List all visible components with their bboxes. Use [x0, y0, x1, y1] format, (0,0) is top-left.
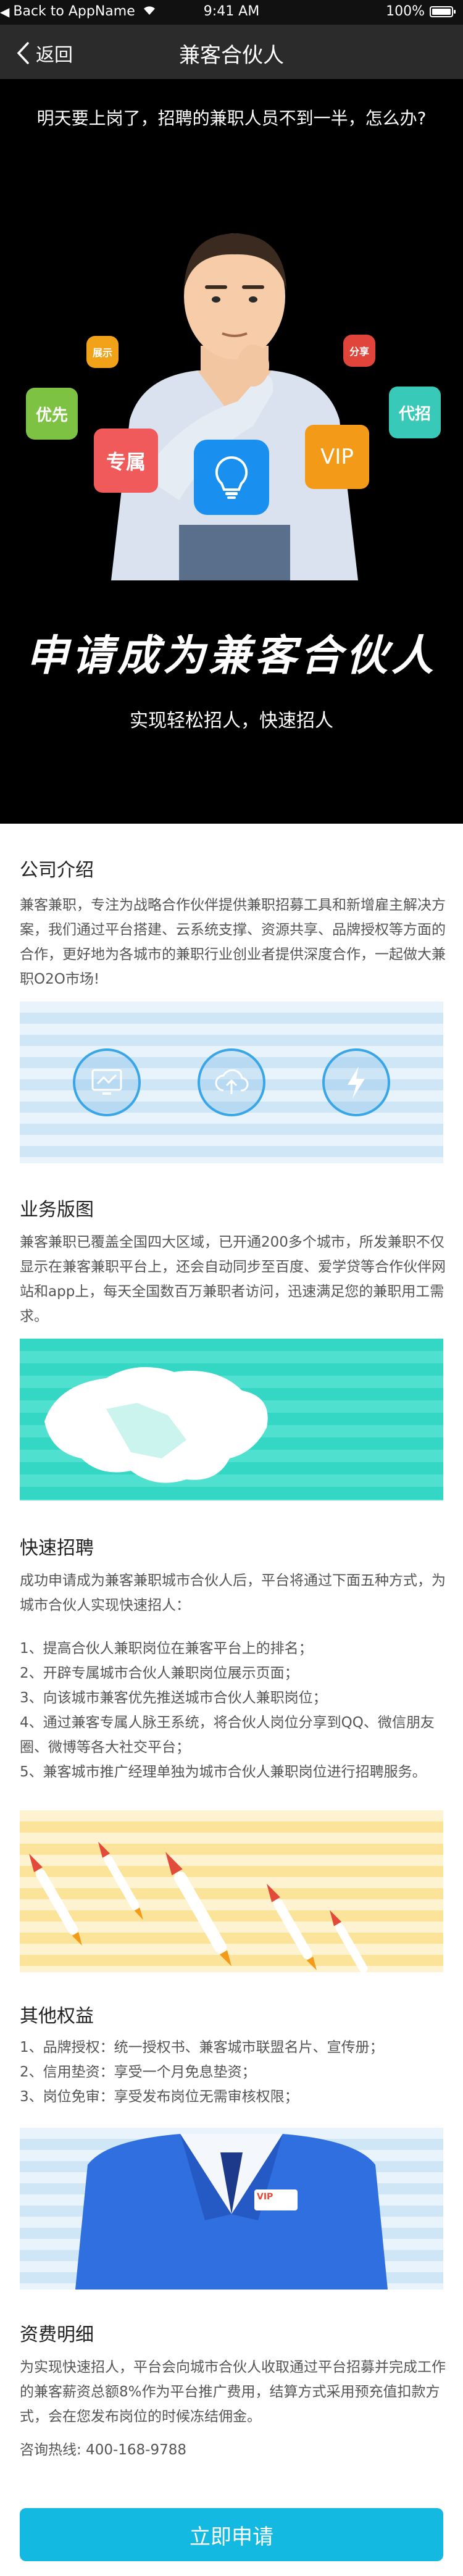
rockets-banner [20, 1810, 443, 1972]
badge-proxy-recruit: 代招 [389, 387, 441, 438]
hero-subtitle: 实现轻松招人，快速招人 [130, 710, 333, 732]
list-item: 2、开辟专属城市合伙人兼职岗位展示页面； [20, 1665, 299, 1681]
hotline-text[interactable]: 咨询热线: 400-168-9788 [20, 2438, 446, 2462]
china-map-banner [20, 1339, 443, 1500]
china-map-illustration [44, 1367, 268, 1483]
monitor-icon [73, 1048, 141, 1116]
rights-list: 1、品牌授权：统一授权书、兼客城市联盟名片、宣传册； 2、信用垫资：享受一个月免… [20, 2035, 446, 2109]
lightbulb-icon [194, 440, 269, 515]
vip-name-tag: VIP [257, 2192, 273, 2202]
list-item: 1、提高合伙人兼职岗位在兼客平台上的排名； [20, 1641, 313, 1657]
section-body-fees: 为实现快速招人，平台会向城市合伙人收取通过平台招募并完成工作的兼客薪资总额8%作… [20, 2359, 446, 2425]
battery-icon [430, 6, 456, 17]
thinking-man-illustration [111, 233, 358, 580]
badge-share: 分享 [343, 335, 375, 367]
hero-banner: 明天要上岗了，招聘的兼职人员不到一半，怎么办? 优先 展示 专属 VIP 分享 … [0, 79, 463, 824]
section-body-intro: 兼客兼职，专注为战略合作伙伴提供兼职招募工具和新增雇主解决方案，我们通过平台搭建… [20, 897, 446, 987]
page-title: 兼客合伙人 [179, 43, 284, 68]
section-title-fast: 快速招聘 [20, 1537, 94, 1559]
hero-question: 明天要上岗了，招聘的兼职人员不到一半，怎么办? [36, 108, 427, 128]
section-body-map: 兼客兼职已覆盖全国四大区域，已开通200多个城市，所发兼职不仅显示在兼客兼职平台… [20, 1234, 446, 1324]
list-item: 5、兼客城市推广经理单独为城市合伙人兼职岗位进行招聘服务。 [20, 1764, 427, 1780]
badge-exclusive: 专属 [94, 429, 158, 493]
badge-display: 展示 [86, 336, 119, 368]
status-bar: ◀ Back to AppName 9:41 AM 100% [0, 0, 463, 25]
list-item: 1、品牌授权：统一授权书、兼客城市联盟名片、宣传册； [20, 2039, 384, 2055]
list-item: 3、岗位免审：享受发布岗位无需审核权限； [20, 2089, 299, 2105]
badge-vip: VIP [305, 425, 369, 489]
hero-headline: 申请成为兼客合伙人 [25, 631, 437, 680]
rockets-illustration [29, 1841, 368, 1972]
section-title-rights: 其他权益 [20, 2005, 94, 2027]
apply-now-button[interactable]: 立即申请 [20, 2508, 443, 2561]
list-item: 4、通过兼客专属人脉王系统，将合伙人岗位分享到QQ、微信朋友圈、微博等各大社交平… [20, 1715, 435, 1755]
section-title-intro: 公司介绍 [20, 859, 94, 881]
features-banner [20, 1002, 443, 1163]
section-title-fees: 资费明细 [20, 2324, 94, 2346]
list-item: 2、信用垫资：享受一个月免息垫资； [20, 2064, 256, 2080]
section-body-fast: 成功申请成为兼客兼职城市合伙人后，平台将通过下面五种方式，为城市合伙人实现快速招… [20, 1573, 446, 1613]
section-title-map: 业务版图 [20, 1199, 94, 1221]
suit-banner: VIP [20, 2128, 443, 2290]
fast-recruit-list: 1、提高合伙人兼职岗位在兼客平台上的排名； 2、开辟专属城市合伙人兼职岗位展示页… [20, 1636, 446, 1784]
list-item: 3、向该城市兼客优先推送城市合伙人兼职岗位； [20, 1690, 327, 1706]
nav-bar: 返回 兼客合伙人 [0, 25, 463, 79]
cloud-upload-icon [198, 1048, 265, 1116]
badge-priority: 优先 [26, 388, 78, 440]
battery-percent: 100% [386, 4, 425, 19]
suit-illustration [75, 2134, 388, 2290]
lightning-icon [322, 1048, 390, 1116]
